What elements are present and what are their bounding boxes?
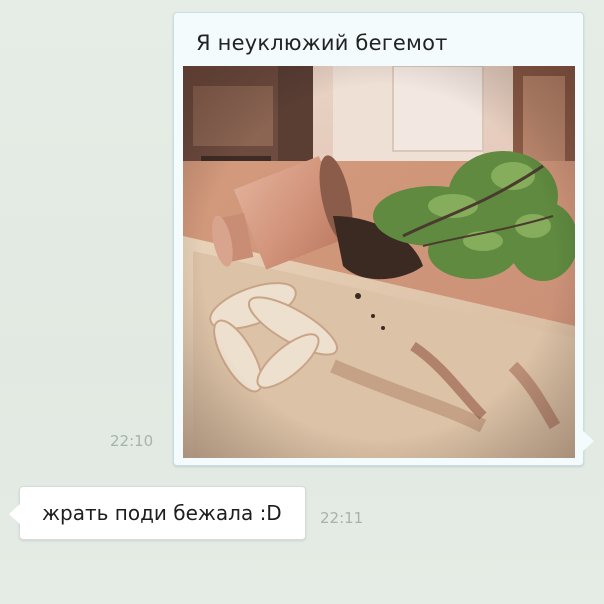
- incoming-message-bubble[interactable]: жрать поди бежала :D: [9, 486, 306, 540]
- bubble-tail: [9, 504, 20, 524]
- bubble-tail: [583, 431, 594, 451]
- outgoing-message-bubble[interactable]: Я неуклюжий бегемот: [173, 12, 594, 466]
- message-caption: Я неуклюжий бегемот: [196, 31, 448, 55]
- timestamp-outgoing: 22:10: [110, 432, 154, 450]
- photo-image: [183, 66, 575, 458]
- timestamp-incoming: 22:11: [320, 509, 364, 527]
- message-text: жрать поди бежала :D: [42, 501, 282, 525]
- message-photo[interactable]: [183, 66, 575, 458]
